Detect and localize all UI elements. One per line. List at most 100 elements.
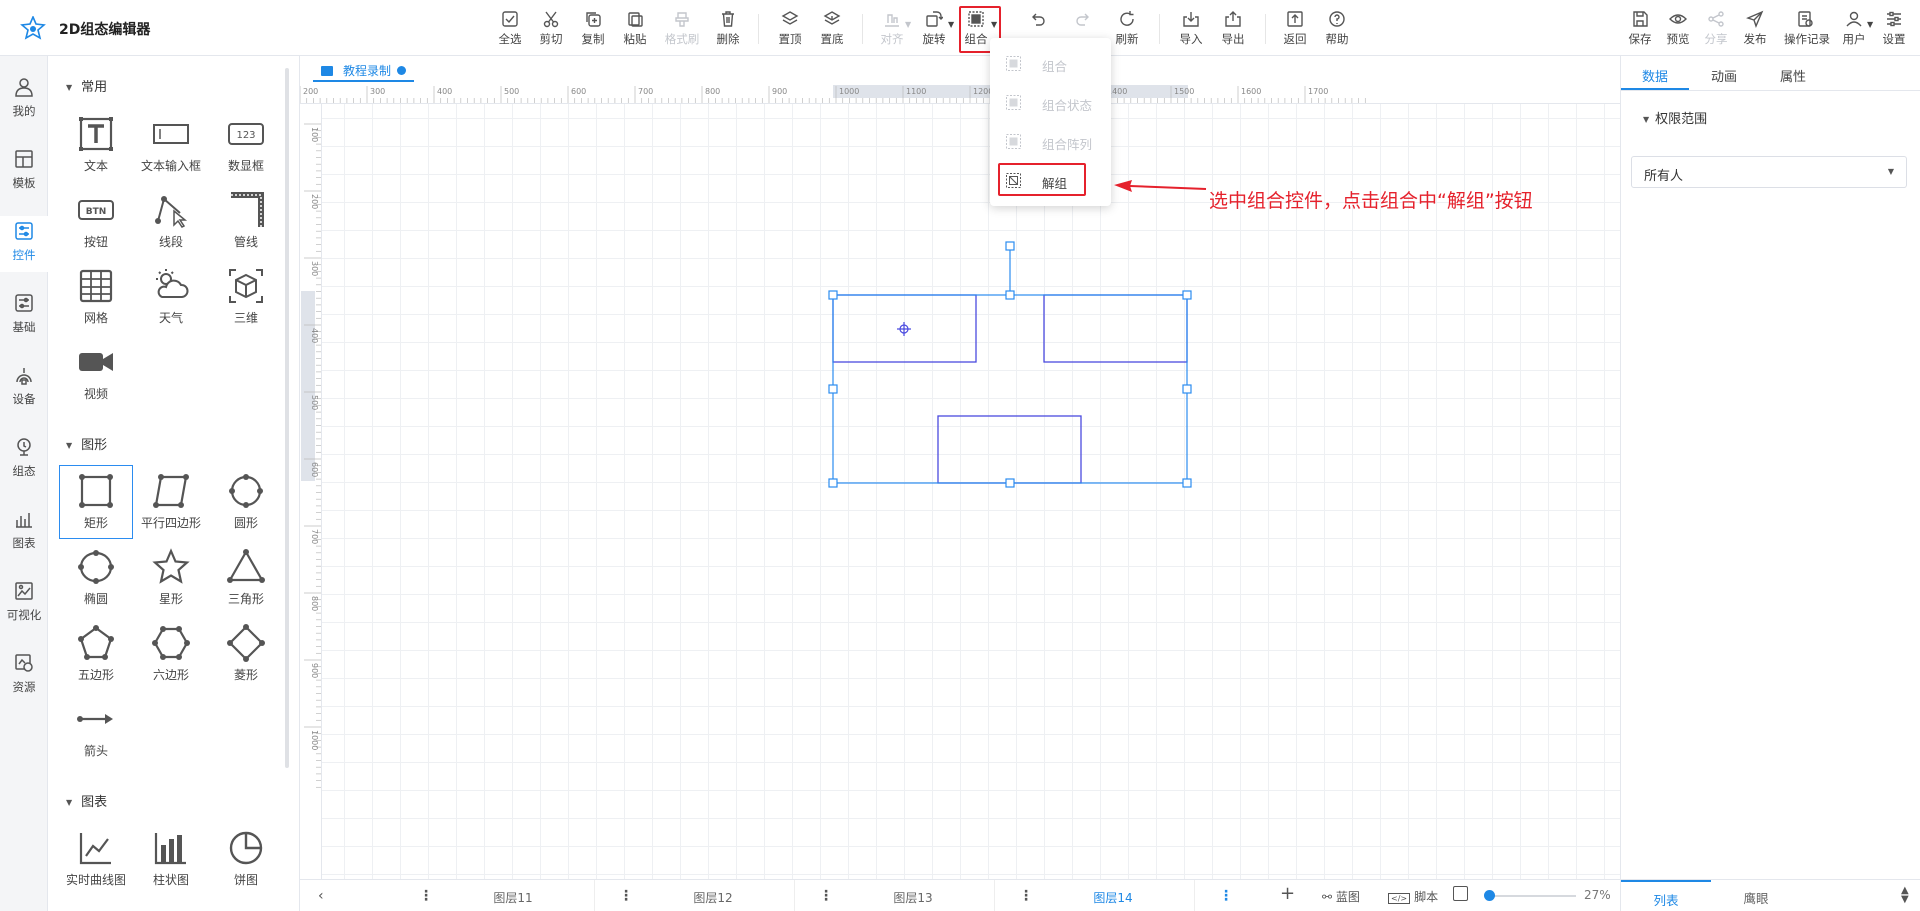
preview-button[interactable]: 预览 [1658,8,1698,52]
component-label: 六边形 [152,668,189,682]
section-shapes-title[interactable]: 图形 [66,434,107,453]
nav-item-template[interactable]: 模板 [0,144,48,200]
component-text[interactable]: 文本 [59,108,133,182]
layer-tab-14[interactable]: 图层14 [1032,880,1195,911]
panel-scrollbar[interactable] [285,68,289,768]
rectangle-shape-2[interactable] [1043,294,1188,363]
back-button[interactable]: 返回 [1275,8,1315,52]
settings-button[interactable]: 设置 [1874,8,1914,52]
help-button[interactable]: 帮助 [1317,8,1357,52]
permission-select[interactable]: 所有人 ▼ [1631,156,1907,188]
component-line[interactable]: 线段 [134,184,208,258]
drawing-canvas[interactable] [322,104,1620,879]
toolbar-divider [758,14,759,44]
component-3d[interactable]: 三维 [209,260,283,334]
nav-item-mine[interactable]: 我的 [0,72,48,128]
fit-screen-icon[interactable] [1453,886,1468,904]
group-icon [1006,56,1021,71]
section-common-title[interactable]: 常用 [66,76,107,95]
component-star[interactable]: 星形 [134,541,208,615]
layer-menu-icon[interactable]: ⋮ [419,888,433,904]
align-button[interactable]: 对齐 [872,8,912,52]
layer-menu-icon[interactable]: ⋮ [1019,888,1033,904]
nav-item-basic[interactable]: 基础 [0,288,48,344]
add-layer-icon[interactable]: + [1280,883,1295,904]
nav-item-controls[interactable]: 控件 [0,216,48,272]
ruler-left-label: 700 [310,529,319,544]
cut-button[interactable]: 剪切 [531,8,571,52]
section-charts-title[interactable]: 图表 [66,791,107,810]
menu-item-group-state[interactable]: 组合状态 [990,83,1111,121]
nav-item-chart[interactable]: 图表 [0,504,48,560]
nav-item-resource[interactable]: 资源 [0,648,48,704]
menu-item-group[interactable]: 组合 [990,44,1111,82]
component-parallelogram[interactable]: 平行四边形 [134,465,208,539]
component-arrow[interactable]: 箭头 [59,693,133,767]
document-tab[interactable]: 教程录制 [313,56,415,82]
rectangle-shape-3[interactable] [937,415,1082,484]
zoom-slider-handle[interactable] [1484,890,1495,901]
tab-data[interactable]: 数据 [1621,56,1689,90]
component-realtime-curve[interactable]: 实时曲线图 [59,822,133,896]
component-pentagon[interactable]: 五边形 [59,617,133,691]
layer-menu-icon[interactable]: ⋮ [819,888,833,904]
component-ellipse[interactable]: 椭圆 [59,541,133,615]
component-hexagon[interactable]: 六边形 [134,617,208,691]
nav-item-scada[interactable]: 组态 [0,432,48,488]
delete-button[interactable]: 删除 [708,8,748,52]
import-button[interactable]: 导入 [1171,8,1211,52]
export-button[interactable]: 导出 [1213,8,1253,52]
component-label: 星形 [158,592,183,606]
component-pipe[interactable]: 管线 [209,184,283,258]
tab-list[interactable]: 列表 [1621,880,1711,911]
component-number-display[interactable]: 123 数显框 [209,108,283,182]
blueprint-button[interactable]: ⚯ 蓝图 [1322,888,1360,905]
component-triangle[interactable]: 三角形 [209,541,283,615]
refresh-button[interactable]: 刷新 [1107,8,1147,52]
component-label: 三维 [233,311,258,325]
layer-tab-12[interactable]: 图层12 [632,880,795,911]
menu-item-group-array[interactable]: 组合阵列 [990,122,1111,160]
component-circle[interactable]: 圆形 [209,465,283,539]
expand-collapse-icon[interactable]: ▲ ▼ [1901,886,1909,905]
share-button[interactable]: 分享 [1696,8,1736,52]
publish-button[interactable]: 发布 [1735,8,1775,52]
zoom-slider[interactable] [1486,895,1576,897]
component-grid[interactable]: 网格 [59,260,133,334]
user-button[interactable]: 用户 [1834,8,1874,52]
paste-button[interactable]: 粘贴 [615,8,655,52]
tab-properties[interactable]: 属性 [1759,56,1827,90]
delete-label: 删除 [716,32,740,46]
component-pie-chart[interactable]: 饼图 [209,822,283,896]
save-button[interactable]: 保存 [1620,8,1660,52]
component-button[interactable]: BTN 按钮 [59,184,133,258]
component-video[interactable]: 视频 [59,336,133,410]
script-button[interactable]: </> 脚本 [1388,888,1438,905]
component-weather[interactable]: 天气 [134,260,208,334]
rotate-button[interactable]: 旋转 [914,8,954,52]
layer-menu-icon[interactable]: ⋮ [619,888,633,904]
save-label: 保存 [1628,32,1652,46]
send-to-bottom-button[interactable]: 置底 [812,8,852,52]
layer-down-icon [823,11,841,25]
layer-menu-icon[interactable]: ⋮ [1219,888,1233,904]
tab-animation[interactable]: 动画 [1690,56,1758,90]
component-text-input[interactable]: 文本输入框 [134,108,208,182]
nav-item-visual[interactable]: 可视化 [0,576,48,632]
bring-to-top-button[interactable]: 置顶 [770,8,810,52]
component-diamond[interactable]: 菱形 [209,617,283,691]
group-selection-box[interactable] [832,294,1188,484]
history-button[interactable]: 操作记录 [1784,8,1830,52]
nav-item-device[interactable]: 设备 [0,360,48,416]
select-all-button[interactable]: 全选 [490,8,530,52]
format-brush-button[interactable]: 格式刷 [662,8,702,52]
layer-tab-13[interactable]: 图层13 [832,880,995,911]
component-bar-chart[interactable]: 柱状图 [134,822,208,896]
component-rectangle[interactable]: 矩形 [59,465,133,539]
permission-section-title[interactable]: 权限范围 [1643,108,1707,127]
layer-tab-11[interactable]: 图层11 [432,880,595,911]
scroll-left-icon[interactable]: ‹ [318,888,324,904]
tab-eagle-eye[interactable]: 鹰眼 [1711,880,1801,911]
copy-button[interactable]: 复制 [573,8,613,52]
nav-item-label: 模板 [12,176,36,190]
